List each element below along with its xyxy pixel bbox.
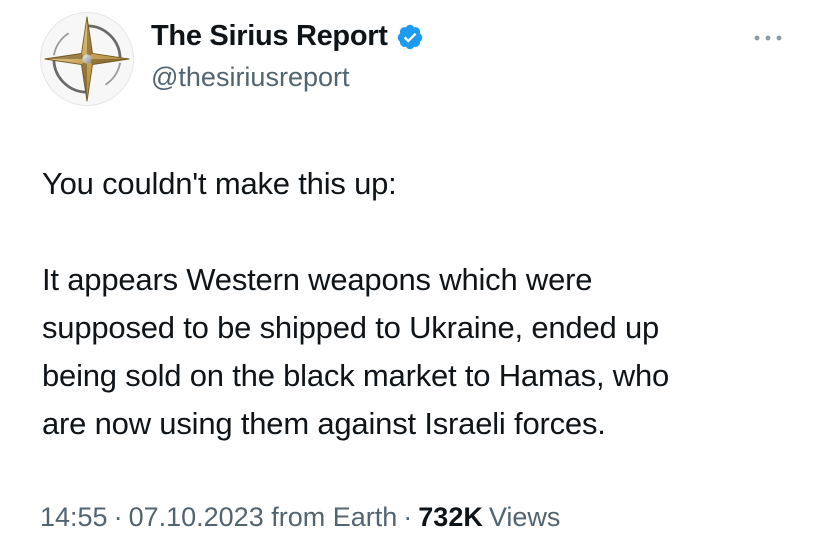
tweet-source: from Earth bbox=[271, 502, 398, 532]
tweet-line: being sold on the black market to Hamas,… bbox=[42, 358, 670, 393]
tweet-card: The Sirius Report @thesiriusreport You c… bbox=[0, 0, 828, 551]
tweet-line: are now using them against Israeli force… bbox=[42, 406, 606, 441]
tweet-text: You couldn't make this up: It appears We… bbox=[42, 160, 802, 448]
author-display-name[interactable]: The Sirius Report bbox=[151, 20, 388, 53]
meta-separator: · bbox=[403, 502, 413, 532]
tweet-meta: 14:55 · 07.10.2023 from Earth · 732K Vie… bbox=[40, 502, 560, 533]
tweet-date[interactable]: 07.10.2023 bbox=[129, 502, 264, 533]
author-handle[interactable]: @thesiriusreport bbox=[151, 62, 349, 93]
views-count[interactable]: 732K bbox=[418, 502, 483, 533]
compass-star-logo-icon bbox=[44, 16, 130, 102]
more-horizontal-icon[interactable] bbox=[748, 24, 788, 52]
author-name-row: The Sirius Report bbox=[151, 20, 424, 53]
tweet-line: You couldn't make this up: bbox=[42, 166, 397, 201]
tweet-line: supposed to be shipped to Ukraine, ended… bbox=[42, 310, 660, 345]
avatar[interactable] bbox=[40, 12, 134, 106]
tweet-time[interactable]: 14:55 bbox=[40, 502, 108, 533]
views-label: Views bbox=[488, 502, 561, 532]
meta-separator: · bbox=[113, 502, 123, 532]
tweet-line: It appears Western weapons which were bbox=[42, 262, 593, 297]
verified-badge-icon[interactable] bbox=[396, 23, 424, 51]
